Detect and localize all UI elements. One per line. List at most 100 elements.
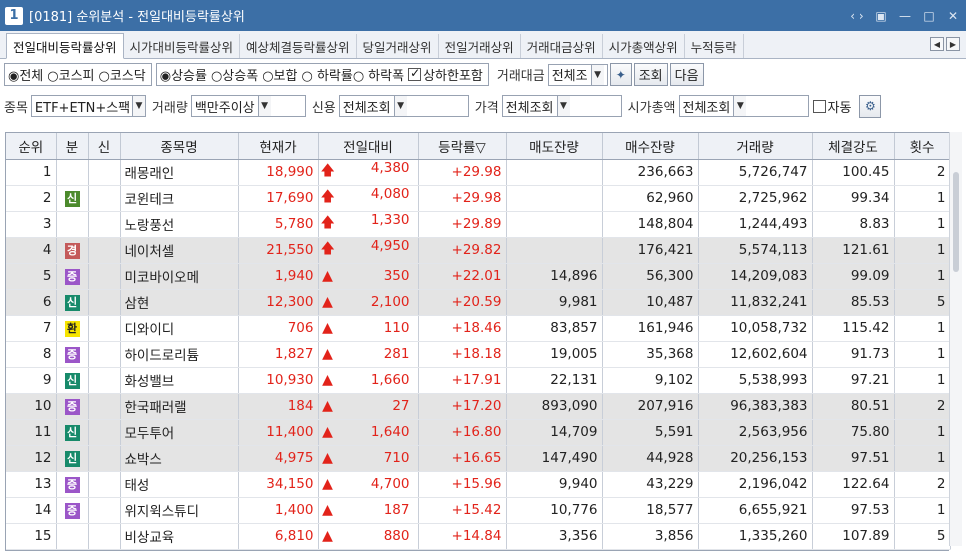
bid-cell: 176,421	[602, 237, 699, 264]
change-value: 4,380	[370, 160, 410, 176]
table-row[interactable]: 13 증 태성 34,150 ▲ 4,700 +15.96 9,940 43,229 2,196,…	[6, 471, 951, 498]
credit-cell	[88, 497, 121, 524]
col-bid[interactable]: 매수잔량	[602, 133, 699, 160]
amount-select[interactable]: 전체조 ▼	[547, 63, 608, 86]
next-button[interactable]: 다음	[669, 63, 704, 86]
table-row[interactable]: 6 신 삼현 12,300 ▲ 2,100 +20.59 9,981 10,487 11,832,…	[6, 289, 951, 316]
sort-radio-group: ◉상승률 ○상승폭 ○보합 ○ 하락률○ 하락폭 상하한포함	[155, 63, 489, 86]
ask-cell: 22,131	[506, 367, 603, 394]
rate-cell: +14.84	[418, 523, 507, 550]
table-row[interactable]: 4 경 네이처셀 21,550 🡅 4,950 +29.82 176,421 5,574,113…	[6, 237, 951, 264]
ask-cell: 83,857	[506, 315, 603, 342]
strength-cell: 75.80	[812, 419, 895, 446]
table-row[interactable]: 9 신 화성밸브 10,930 ▲ 1,660 +17.91 22,131 9,102 5,538…	[6, 367, 951, 394]
name-cell: 모두투어	[120, 419, 239, 446]
market-radio-kosdaq[interactable]: ○코스닥	[99, 65, 146, 84]
tab-expected-rate[interactable]: 예상체결등락률상위	[240, 34, 357, 58]
col-strength[interactable]: 체결강도	[812, 133, 895, 160]
change-cell: 🡅 4,380	[318, 159, 419, 186]
col-count[interactable]: 횟수	[894, 133, 951, 160]
tab-prev-day-rate[interactable]: 전일대비등락률상위	[6, 33, 124, 59]
chevron-down-icon: ▼	[393, 96, 407, 116]
col-type[interactable]: 분	[56, 133, 89, 160]
table-row[interactable]: 7 환 디와이디 706 ▲ 110 +18.46 83,857 161,946 10,058,7…	[6, 315, 951, 342]
change-cell: 🡅 1,330	[318, 211, 419, 238]
col-credit[interactable]: 신	[88, 133, 121, 160]
credit-cell	[88, 211, 121, 238]
scroll-thumb[interactable]	[953, 172, 959, 272]
price-cell: 21,550	[238, 237, 319, 264]
table-row[interactable]: 11 신 모두투어 11,400 ▲ 1,640 +16.80 14,709 5,591 2,56…	[6, 419, 951, 446]
sort-radio-fall-rate[interactable]: ○ 하락률○	[301, 65, 364, 84]
name-cell: 삼현	[120, 289, 239, 316]
volume-cell: 10,058,732	[698, 315, 813, 342]
sort-radio-rise-amount[interactable]: ○상승폭	[211, 65, 258, 84]
tab-prev-volume[interactable]: 전일거래상위	[439, 34, 521, 58]
tab-cumulative[interactable]: 누적등락	[685, 34, 744, 58]
filter-icon[interactable]: ✦	[609, 63, 632, 86]
market-radio-all[interactable]: ◉전체	[8, 65, 43, 84]
credit-select[interactable]: 전체조회 ▼	[338, 95, 469, 117]
col-rank[interactable]: 순위	[6, 133, 57, 160]
table-row[interactable]: 5 증 미코바이오메 1,940 ▲ 350 +22.01 14,896 56,300 14,20…	[6, 263, 951, 290]
cap-label: 시가총액	[627, 100, 676, 116]
tab-right-icon[interactable]: ▶	[946, 37, 960, 51]
vertical-scrollbar[interactable]	[949, 132, 962, 546]
change-cell: 🡅 4,950	[318, 237, 419, 264]
col-volume[interactable]: 거래량	[698, 133, 813, 160]
tab-open-rate[interactable]: 시가대비등락률상위	[124, 34, 241, 58]
table-row[interactable]: 2 신 코윈테크 17,690 🡅 4,080 +29.98 62,960 2,725,962 9…	[6, 185, 951, 212]
change-value: 880	[383, 528, 410, 544]
limit-checkbox[interactable]: 상하한포함	[408, 65, 483, 84]
minimize-icon[interactable]: —	[898, 9, 912, 23]
volume-cell: 2,196,042	[698, 471, 813, 498]
col-rate[interactable]: 등락률▽	[418, 133, 507, 160]
stock-type-badge: 경	[64, 242, 80, 259]
query-button[interactable]: 조회	[633, 63, 668, 86]
ask-cell: 9,940	[506, 471, 603, 498]
tab-today-volume[interactable]: 당일거래상위	[357, 34, 439, 58]
tab-market-cap[interactable]: 시가총액상위	[603, 34, 685, 58]
sort-radio-fall-amount[interactable]: 하락폭	[368, 65, 404, 84]
sort-radio-flat[interactable]: ○보합	[262, 65, 297, 84]
stock-type-badge: 신	[64, 450, 80, 467]
credit-value: 전체조회	[342, 100, 391, 116]
ask-cell: 893,090	[506, 393, 603, 420]
rank-cell: 5	[6, 263, 57, 290]
table-row[interactable]: 10 증 한국패러랠 184 ▲ 27 +17.20 893,090 207,916 96,383…	[6, 393, 951, 420]
table-row[interactable]: 15 비상교육 6,810 ▲ 880 +14.84 3,356 3,856 1,335,260…	[6, 523, 951, 550]
gear-icon[interactable]: ⚙	[859, 94, 882, 118]
nav-arrows-icon[interactable]: ‹ ›	[850, 9, 864, 23]
rank-cell: 10	[6, 393, 57, 420]
col-price[interactable]: 현재가	[238, 133, 319, 160]
price-select[interactable]: 전체조회 ▼	[501, 95, 622, 117]
item-select[interactable]: ETF+ETN+스팩 ▼	[30, 95, 146, 117]
tab-trade-amount[interactable]: 거래대금상위	[521, 34, 603, 58]
close-icon[interactable]: ✕	[946, 9, 960, 23]
credit-cell	[88, 445, 121, 472]
name-cell: 네이처셀	[120, 237, 239, 264]
table-row[interactable]: 3 노랑풍선 5,780 🡅 1,330 +29.89 148,804 1,244,493 8.…	[6, 211, 951, 238]
type-cell: 경	[56, 237, 89, 264]
rank-cell: 1	[6, 159, 57, 186]
table-row[interactable]: 12 신 쇼박스 4,975 ▲ 710 +16.65 147,490 44,928 20,256…	[6, 445, 951, 472]
col-name[interactable]: 종목명	[120, 133, 239, 160]
volume-cell: 12,602,604	[698, 341, 813, 368]
col-ask[interactable]: 매도잔량	[506, 133, 603, 160]
market-radio-kospi[interactable]: ○코스피	[47, 65, 94, 84]
sort-radio-rise-rate[interactable]: ◉상승률	[160, 65, 207, 84]
tab-left-icon[interactable]: ◀	[930, 37, 944, 51]
auto-checkbox[interactable]: 자동	[812, 97, 851, 116]
table-row[interactable]: 1 래몽래인 18,990 🡅 4,380 +29.98 236,663 5,726,747 1…	[6, 159, 951, 186]
volume-select[interactable]: 백만주이상 ▼	[190, 95, 306, 117]
table-row[interactable]: 14 증 위지윅스튜디 1,400 ▲ 187 +15.42 10,776 18,577 6,65…	[6, 497, 951, 524]
count-cell: 1	[894, 237, 951, 264]
bid-cell: 18,577	[602, 497, 699, 524]
cap-select[interactable]: 전체조회 ▼	[678, 95, 809, 117]
table-row[interactable]: 8 증 하이드로리튬 1,827 ▲ 281 +18.18 19,005 35,368 12,60…	[6, 341, 951, 368]
upper-limit-arrow-icon: 🡅	[320, 215, 335, 231]
maximize-icon[interactable]: □	[922, 9, 936, 23]
bid-cell: 5,591	[602, 419, 699, 446]
col-change[interactable]: 전일대비	[318, 133, 419, 160]
screen-icon[interactable]: ▣	[874, 9, 888, 23]
